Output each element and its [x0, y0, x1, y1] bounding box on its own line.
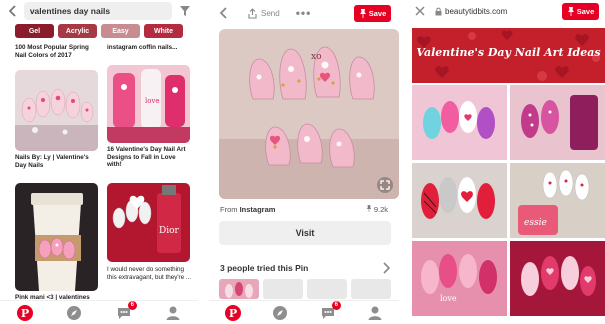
- pushpin-icon: [366, 205, 371, 212]
- explore-compass-icon[interactable]: [65, 304, 83, 322]
- visit-button[interactable]: Visit: [219, 221, 391, 245]
- more-options-icon[interactable]: •••: [296, 6, 312, 20]
- fullscreen-icon[interactable]: [377, 177, 393, 193]
- pinterest-home-icon[interactable]: P: [16, 304, 34, 322]
- from-prefix: From: [220, 205, 238, 214]
- pin-caption: Nails By: Ly | Valentine's Day Nails: [15, 154, 89, 169]
- tried-thumbnail[interactable]: [219, 279, 259, 299]
- save-label: Save: [368, 8, 387, 18]
- chip-gel[interactable]: Gel: [15, 24, 54, 38]
- bottom-tab-bar: P 6: [209, 300, 399, 324]
- svg-text:love: love: [145, 97, 160, 105]
- pin-image[interactable]: [15, 183, 98, 291]
- bottom-tab-bar: P 6: [0, 300, 198, 324]
- pin-image[interactable]: Dior: [107, 183, 190, 262]
- pin-caption: I would never do something this extravag…: [107, 266, 192, 281]
- nail-art-image[interactable]: [510, 241, 605, 316]
- panel-divider: [399, 0, 407, 324]
- profile-icon[interactable]: [164, 304, 182, 322]
- screenshot-collage: valentines day nails Gel Acrylic Easy Wh…: [0, 0, 605, 324]
- banner-title: Valentine's Day Nail Art Ideas: [416, 46, 601, 59]
- search-results-panel: valentines day nails Gel Acrylic Easy Wh…: [0, 0, 198, 324]
- nail-art-image-grid: essie love: [412, 85, 605, 316]
- pin-caption: 100 Most Popular Spring Nail Colors of 2…: [15, 44, 89, 59]
- chip-white[interactable]: White: [144, 24, 183, 38]
- tried-thumbnail[interactable]: [307, 279, 347, 299]
- send-button[interactable]: Send: [247, 7, 280, 19]
- pin-image[interactable]: love: [107, 65, 190, 143]
- source-text: From Instagram: [220, 205, 275, 214]
- tried-label: 3 people tried this Pin: [220, 263, 309, 273]
- profile-icon[interactable]: [366, 304, 384, 322]
- search-header: valentines day nails: [0, 0, 198, 22]
- browser-header: beautytidbits.com Save: [407, 0, 605, 22]
- pushpin-icon: [567, 6, 574, 16]
- guided-search-chips: Gel Acrylic Easy White: [15, 24, 183, 38]
- close-icon[interactable]: [413, 4, 427, 18]
- article-banner: Valentine's Day Nail Art Ideas: [412, 28, 605, 83]
- nail-art-image[interactable]: love: [412, 241, 507, 316]
- tried-thumbnails: [219, 279, 391, 299]
- tried-pin-section[interactable]: 3 people tried this Pin: [220, 262, 390, 274]
- nail-art-image[interactable]: [412, 163, 507, 238]
- svg-text:P: P: [229, 307, 237, 320]
- pin-main-image[interactable]: xo: [219, 29, 399, 199]
- svg-text:Dior: Dior: [159, 226, 180, 236]
- svg-text:essie: essie: [524, 218, 547, 228]
- save-button[interactable]: Save: [562, 2, 599, 20]
- filter-icon[interactable]: [178, 4, 192, 18]
- chevron-right-icon: [383, 262, 390, 274]
- search-query: valentines day nails: [29, 6, 111, 16]
- explore-compass-icon[interactable]: [271, 304, 289, 322]
- url-text: beautytidbits.com: [445, 6, 508, 16]
- svg-text:love: love: [440, 294, 457, 303]
- pin-header: Send ••• Save: [209, 0, 399, 26]
- nail-art-image[interactable]: essie: [510, 163, 605, 238]
- chip-easy[interactable]: Easy: [101, 24, 140, 38]
- search-input[interactable]: valentines day nails: [23, 2, 173, 20]
- back-chevron-icon[interactable]: [6, 4, 20, 18]
- url-bar[interactable]: beautytidbits.com: [435, 3, 535, 19]
- tried-thumbnail[interactable]: [351, 279, 391, 299]
- save-label: Save: [576, 6, 595, 16]
- svg-text:P: P: [21, 307, 29, 320]
- panel-divider: [199, 0, 207, 324]
- pin-caption: instagram coffin nails...: [107, 44, 178, 51]
- share-icon: [248, 7, 257, 19]
- pin-source-line: From Instagram 9.2k: [220, 205, 388, 214]
- save-button[interactable]: Save: [354, 4, 391, 22]
- messages-icon[interactable]: 6: [115, 300, 137, 322]
- save-count-value: 9.2k: [373, 205, 388, 214]
- source-name[interactable]: Instagram: [240, 205, 276, 214]
- pushpin-icon: [359, 8, 366, 18]
- notification-badge: 6: [331, 300, 341, 310]
- pinterest-home-icon[interactable]: P: [224, 304, 242, 322]
- svg-text:xo: xo: [311, 52, 322, 62]
- chip-acrylic[interactable]: Acrylic: [58, 24, 97, 38]
- lock-icon: [435, 7, 442, 15]
- messages-icon[interactable]: 6: [319, 300, 341, 322]
- pin-image[interactable]: [15, 70, 98, 151]
- save-count: 9.2k: [366, 205, 388, 214]
- in-app-browser-panel: beautytidbits.com Save Valentine's Day N…: [407, 0, 605, 324]
- send-label: Send: [261, 8, 280, 18]
- notification-badge: 6: [127, 300, 137, 310]
- pin-detail-panel: Send ••• Save xo From Instagram 9.2k Vis…: [209, 0, 399, 324]
- nail-art-image[interactable]: [510, 85, 605, 160]
- pin-caption: 16 Valentine's Day Nail Art Designs to F…: [107, 146, 186, 168]
- tried-thumbnail[interactable]: [263, 279, 303, 299]
- nail-art-image[interactable]: [412, 85, 507, 160]
- back-chevron-icon[interactable]: [217, 6, 231, 20]
